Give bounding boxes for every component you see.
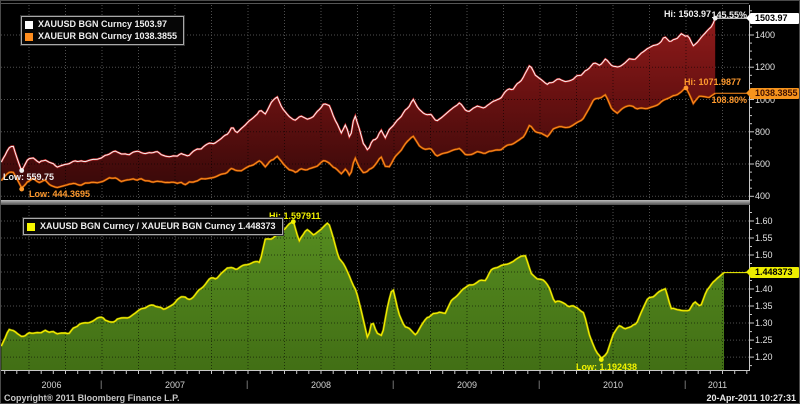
- x-axis-year-label: 2006: [41, 380, 62, 390]
- top-panel-plot-area[interactable]: [1, 5, 749, 199]
- y-axis-tick-label: 1200: [755, 62, 776, 73]
- x-axis-year-separator: |: [538, 379, 541, 389]
- copyright-text: Copyright® 2011 Bloomberg Finance L.P.: [4, 393, 180, 403]
- y-axis-tick-label: 1.35: [755, 301, 773, 312]
- x-axis-year-label: 2007: [164, 380, 186, 390]
- y-axis-tick-label: 1.50: [755, 249, 773, 260]
- x-axis-year-label: 2009: [456, 380, 478, 390]
- x-axis-year-separator: |: [392, 379, 395, 389]
- x-axis-year-separator: |: [684, 379, 687, 389]
- last-price-box: 1503.97: [746, 12, 799, 24]
- y-axis-tick-label: 400: [755, 191, 771, 202]
- last-price-box: 1.448373: [746, 267, 799, 279]
- x-axis-year-separator: |: [100, 379, 103, 389]
- x-axis-year-label: 2011: [707, 380, 728, 390]
- x-axis-year-separator: |: [246, 379, 249, 389]
- y-axis-tick-label: 1400: [755, 29, 776, 40]
- x-axis-year-label: 2010: [602, 380, 624, 390]
- y-axis-tick-label: 800: [755, 126, 771, 137]
- panel-divider[interactable]: [1, 200, 750, 205]
- y-axis-tick-label: 1.60: [755, 215, 773, 226]
- bloomberg-chart-window: XAUUSD BGN Curncy 1503.97 XAUEUR BGN Curn…: [0, 0, 800, 404]
- y-axis-tick-label: 1.25: [755, 335, 773, 346]
- y-axis-tick-label: 600: [755, 159, 771, 169]
- bottom-panel-plot-area[interactable]: [1, 206, 749, 370]
- y-axis-tick-label: 1.20: [755, 352, 773, 363]
- x-axis-year-label: 2008: [310, 380, 332, 390]
- y-axis-tick-label: 1.55: [755, 232, 773, 243]
- last-price-box: 1038.3855: [746, 87, 799, 99]
- y-axis-tick-label: 1.40: [755, 284, 773, 295]
- datetime-text: 20-Apr-2011 10:27:31: [706, 393, 796, 403]
- y-axis-tick-label: 1.30: [755, 318, 773, 329]
